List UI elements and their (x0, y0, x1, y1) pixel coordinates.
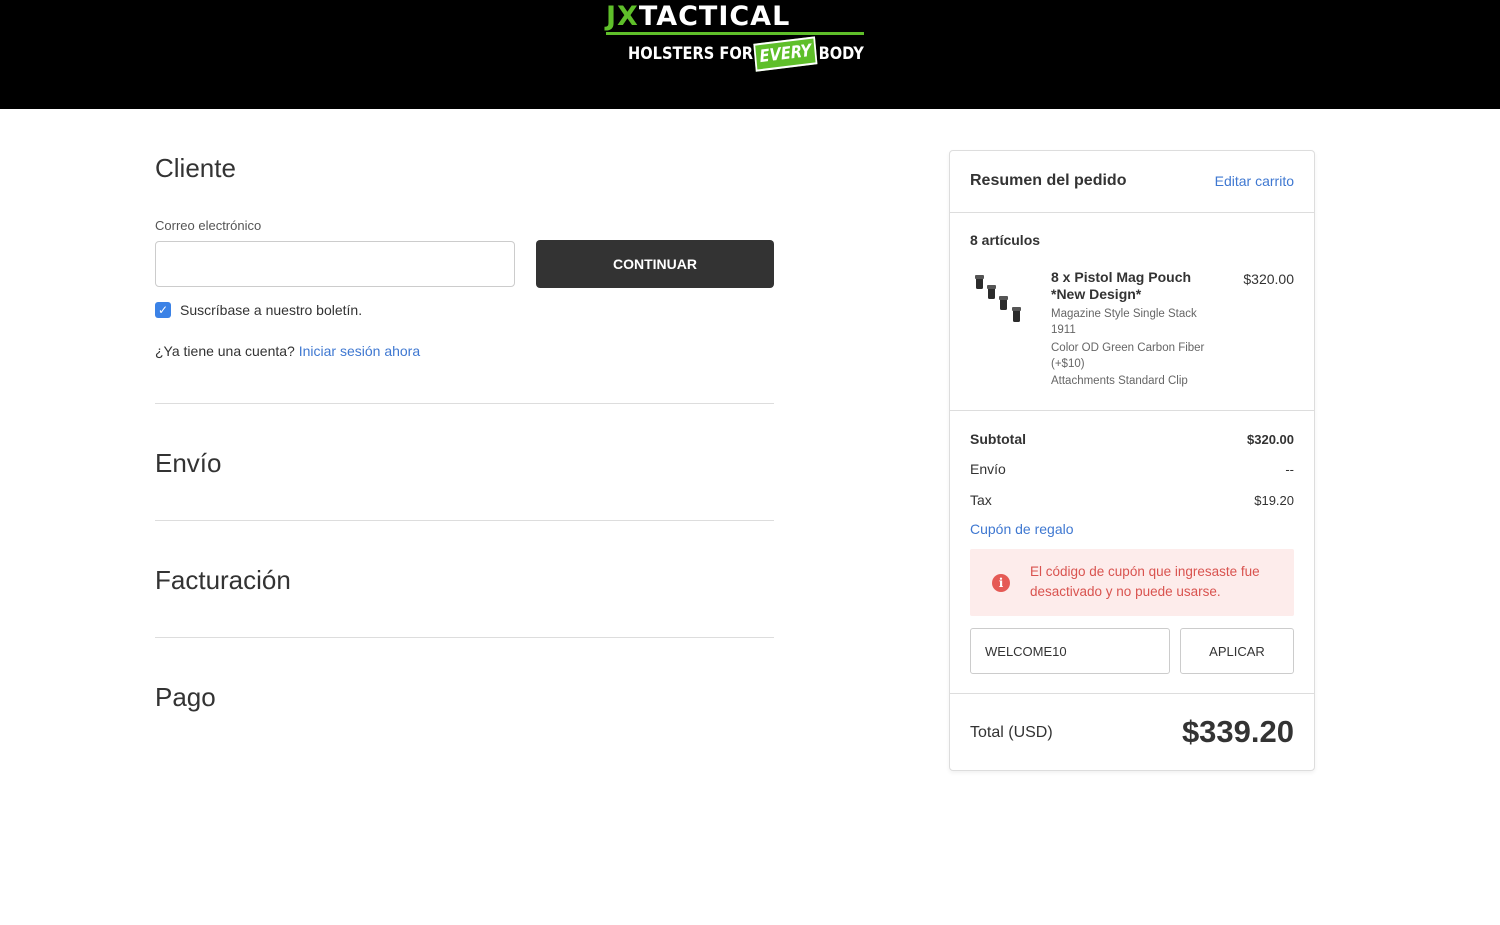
items-count: 8 artículos (970, 232, 1041, 248)
logo-tagline-part-1: HOLSTERS FOR (628, 44, 754, 64)
product-name: 8 x Pistol Mag Pouch *New Design* (1051, 269, 1192, 302)
alert-info-icon: i (992, 574, 1010, 592)
site-header: JXTACTICAL HOLSTERS FOR EVERY BODY (0, 0, 1500, 109)
logo-tagline-every: EVERY (753, 36, 818, 72)
continue-button[interactable]: CONTINUAR (536, 240, 774, 288)
account-prompt: ¿Ya tiene una cuenta? (155, 343, 295, 359)
product-option: Color OD Green Carbon Fiber (+$10) (1051, 342, 1205, 370)
shipping-section-title: Envío (155, 448, 222, 478)
site-logo[interactable]: JXTACTICAL HOLSTERS FOR EVERY BODY (606, 0, 864, 72)
logo-brand-jx: JX (606, 1, 639, 32)
product-price: $320.00 (1243, 271, 1294, 287)
section-divider (155, 637, 774, 638)
shipping-label: Envío (970, 461, 1006, 477)
order-summary-title: Resumen del pedido (970, 172, 1127, 189)
section-divider (155, 403, 774, 404)
summary-divider (950, 693, 1314, 694)
summary-divider (950, 410, 1314, 411)
logo-tagline: HOLSTERS FOR EVERY BODY (628, 36, 864, 72)
subtotal-label: Subtotal (970, 431, 1026, 447)
payment-section-title: Pago (155, 682, 216, 712)
coupon-error-alert: i El código de cupón que ingresaste fue … (970, 549, 1294, 616)
product-option: Magazine Style Single Stack 1911 (1051, 308, 1197, 336)
newsletter-option[interactable]: ✓ Suscríbase a nuestro boletín. (155, 301, 362, 319)
tax-label: Tax (970, 492, 992, 508)
email-label: Correo electrónico (155, 218, 262, 233)
coupon-link[interactable]: Cupón de regalo (970, 521, 1074, 537)
logo-underline (606, 32, 864, 35)
logo-tagline-part-2: BODY (818, 44, 864, 64)
edit-cart-link[interactable]: Editar carrito (1215, 173, 1294, 189)
signin-link[interactable]: Iniciar sesión ahora (299, 343, 420, 359)
coupon-code-input[interactable] (970, 628, 1170, 674)
account-prompt-line: ¿Ya tiene una cuenta? Iniciar sesión aho… (155, 343, 420, 359)
summary-divider (950, 212, 1314, 213)
tax-value: $19.20 (1254, 493, 1294, 508)
shipping-value: -- (1285, 462, 1294, 477)
order-summary: Resumen del pedido Editar carrito 8 artí… (949, 150, 1315, 771)
billing-section-title: Facturación (155, 565, 291, 595)
logo-wordmark: JXTACTICAL (606, 2, 790, 32)
customer-section-title: Cliente (155, 153, 236, 183)
total-label: Total (USD) (970, 724, 1053, 741)
total-value: $339.20 (1181, 714, 1294, 749)
newsletter-label: Suscríbase a nuestro boletín. (180, 302, 363, 318)
checkbox-checked-icon[interactable]: ✓ (155, 302, 171, 318)
apply-coupon-button[interactable]: APLICAR (1180, 628, 1294, 674)
product-thumbnail (975, 275, 1021, 322)
email-field[interactable] (155, 241, 515, 287)
section-divider (155, 520, 774, 521)
coupon-error-text: El código de cupón que ingresaste fue de… (1030, 564, 1260, 599)
subtotal-value: $320.00 (1247, 432, 1294, 447)
logo-brand-tactical: TACTICAL (638, 1, 791, 32)
product-option: Attachments Standard Clip (1051, 375, 1188, 387)
